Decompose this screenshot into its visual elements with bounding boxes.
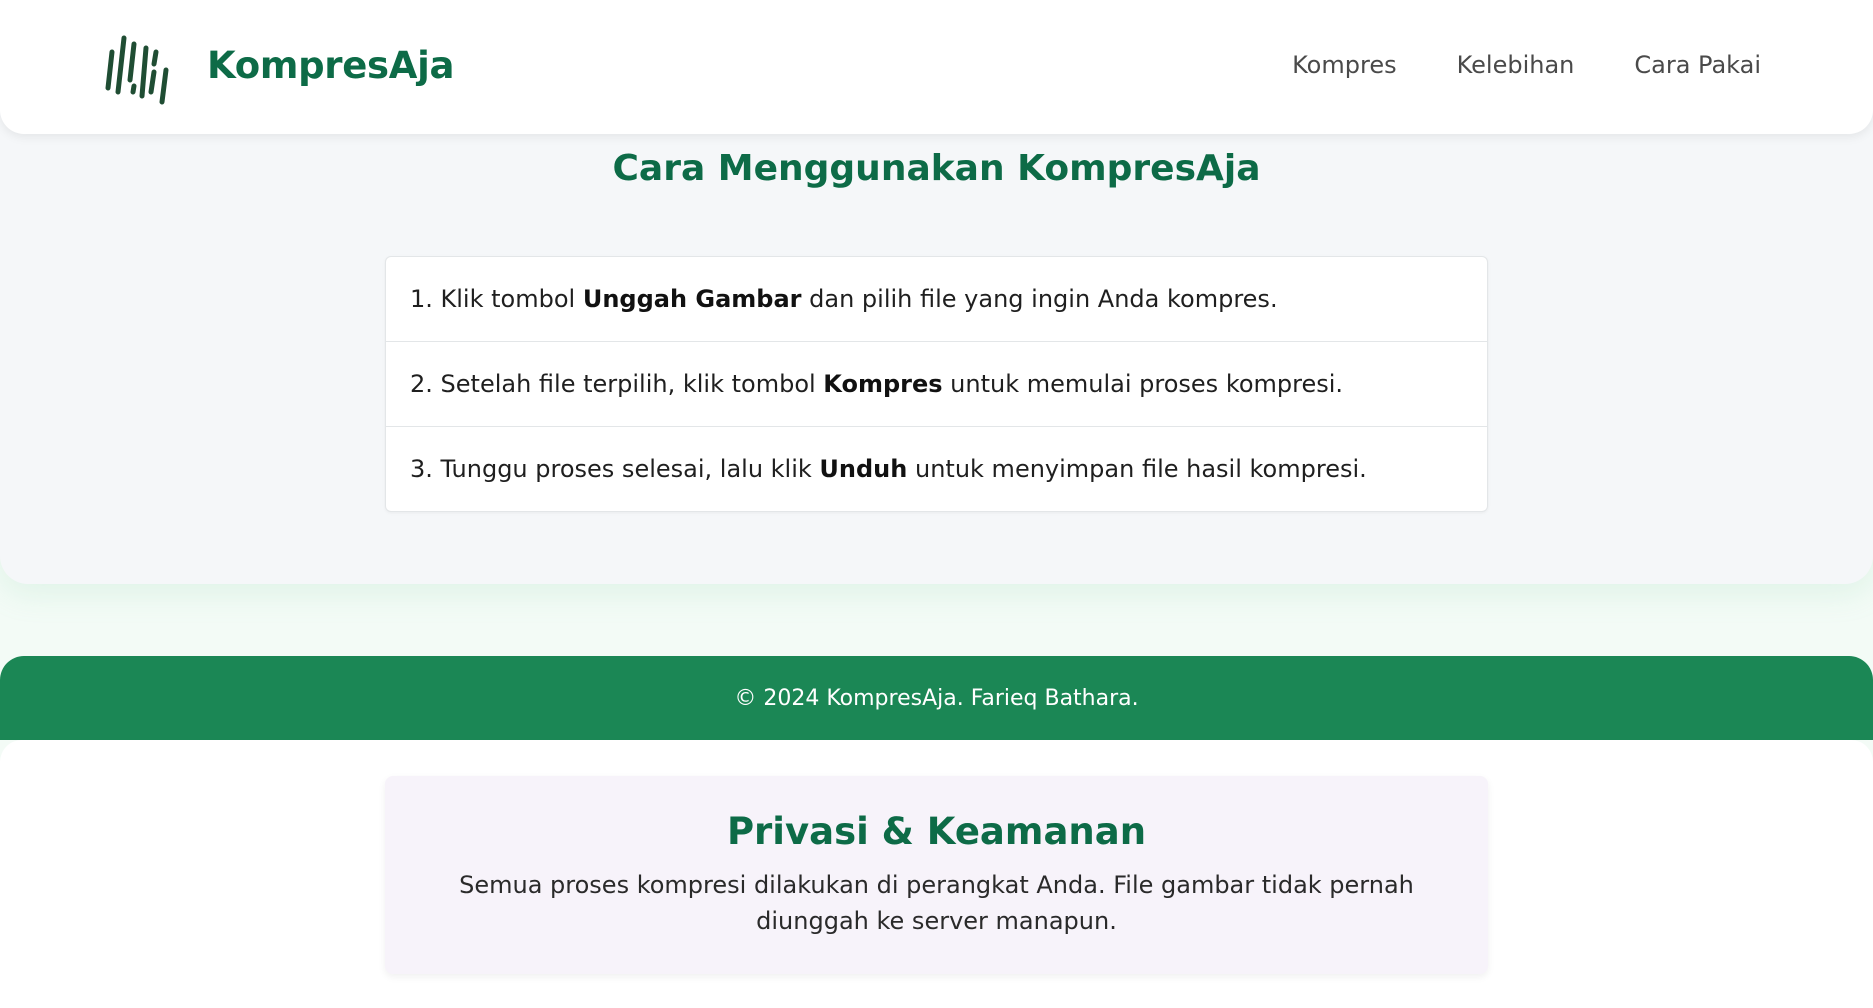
step-text: 1. Klik tombol — [410, 285, 583, 313]
copyright-text: © 2024 KompresAja. Farieq Bathara. — [734, 685, 1139, 711]
step-highlight: Kompres — [823, 370, 943, 398]
barcode-lines-icon[interactable] — [104, 30, 174, 106]
steps-list: 1. Klik tombol Unggah Gambar dan pilih f… — [385, 256, 1488, 512]
list-item: 2. Setelah file terpilih, klik tombol Ko… — [386, 342, 1487, 427]
privacy-title: Privasi & Keamanan — [726, 810, 1147, 853]
step-highlight: Unduh — [819, 455, 908, 483]
site-footer: © 2024 KompresAja. Farieq Bathara. — [0, 656, 1873, 740]
list-item: 3. Tunggu proses selesai, lalu klik Undu… — [386, 427, 1487, 511]
step-text: untuk memulai proses kompresi. — [942, 370, 1344, 398]
step-text: 3. Tunggu proses selesai, lalu klik — [410, 455, 820, 483]
privacy-description: Semua proses kompresi dilakukan di peran… — [459, 871, 1414, 935]
howto-title: Cara Menggunakan KompresAja — [612, 148, 1261, 189]
step-highlight: Unggah Gambar — [582, 285, 802, 313]
nav-link-kompres[interactable]: Kompres — [1292, 51, 1396, 79]
step-text: 2. Setelah file terpilih, klik tombol — [410, 370, 824, 398]
list-item: 1. Klik tombol Unggah Gambar dan pilih f… — [386, 257, 1487, 342]
main-nav: Kompres Kelebihan Cara Pakai — [1292, 51, 1761, 79]
brand-name[interactable]: KompresAja — [207, 44, 454, 87]
step-text: untuk menyimpan file hasil kompresi. — [907, 455, 1367, 483]
privacy-card: Privasi & Keamanan Semua proses kompresi… — [385, 776, 1488, 974]
step-text: dan pilih file yang ingin Anda kompres. — [801, 285, 1278, 313]
nav-link-cara-pakai[interactable]: Cara Pakai — [1634, 51, 1761, 79]
site-header: KompresAja Kompres Kelebihan Cara Pakai — [0, 0, 1873, 134]
privacy-section: Privasi & Keamanan Semua proses kompresi… — [0, 740, 1873, 1008]
nav-link-kelebihan[interactable]: Kelebihan — [1457, 51, 1575, 79]
